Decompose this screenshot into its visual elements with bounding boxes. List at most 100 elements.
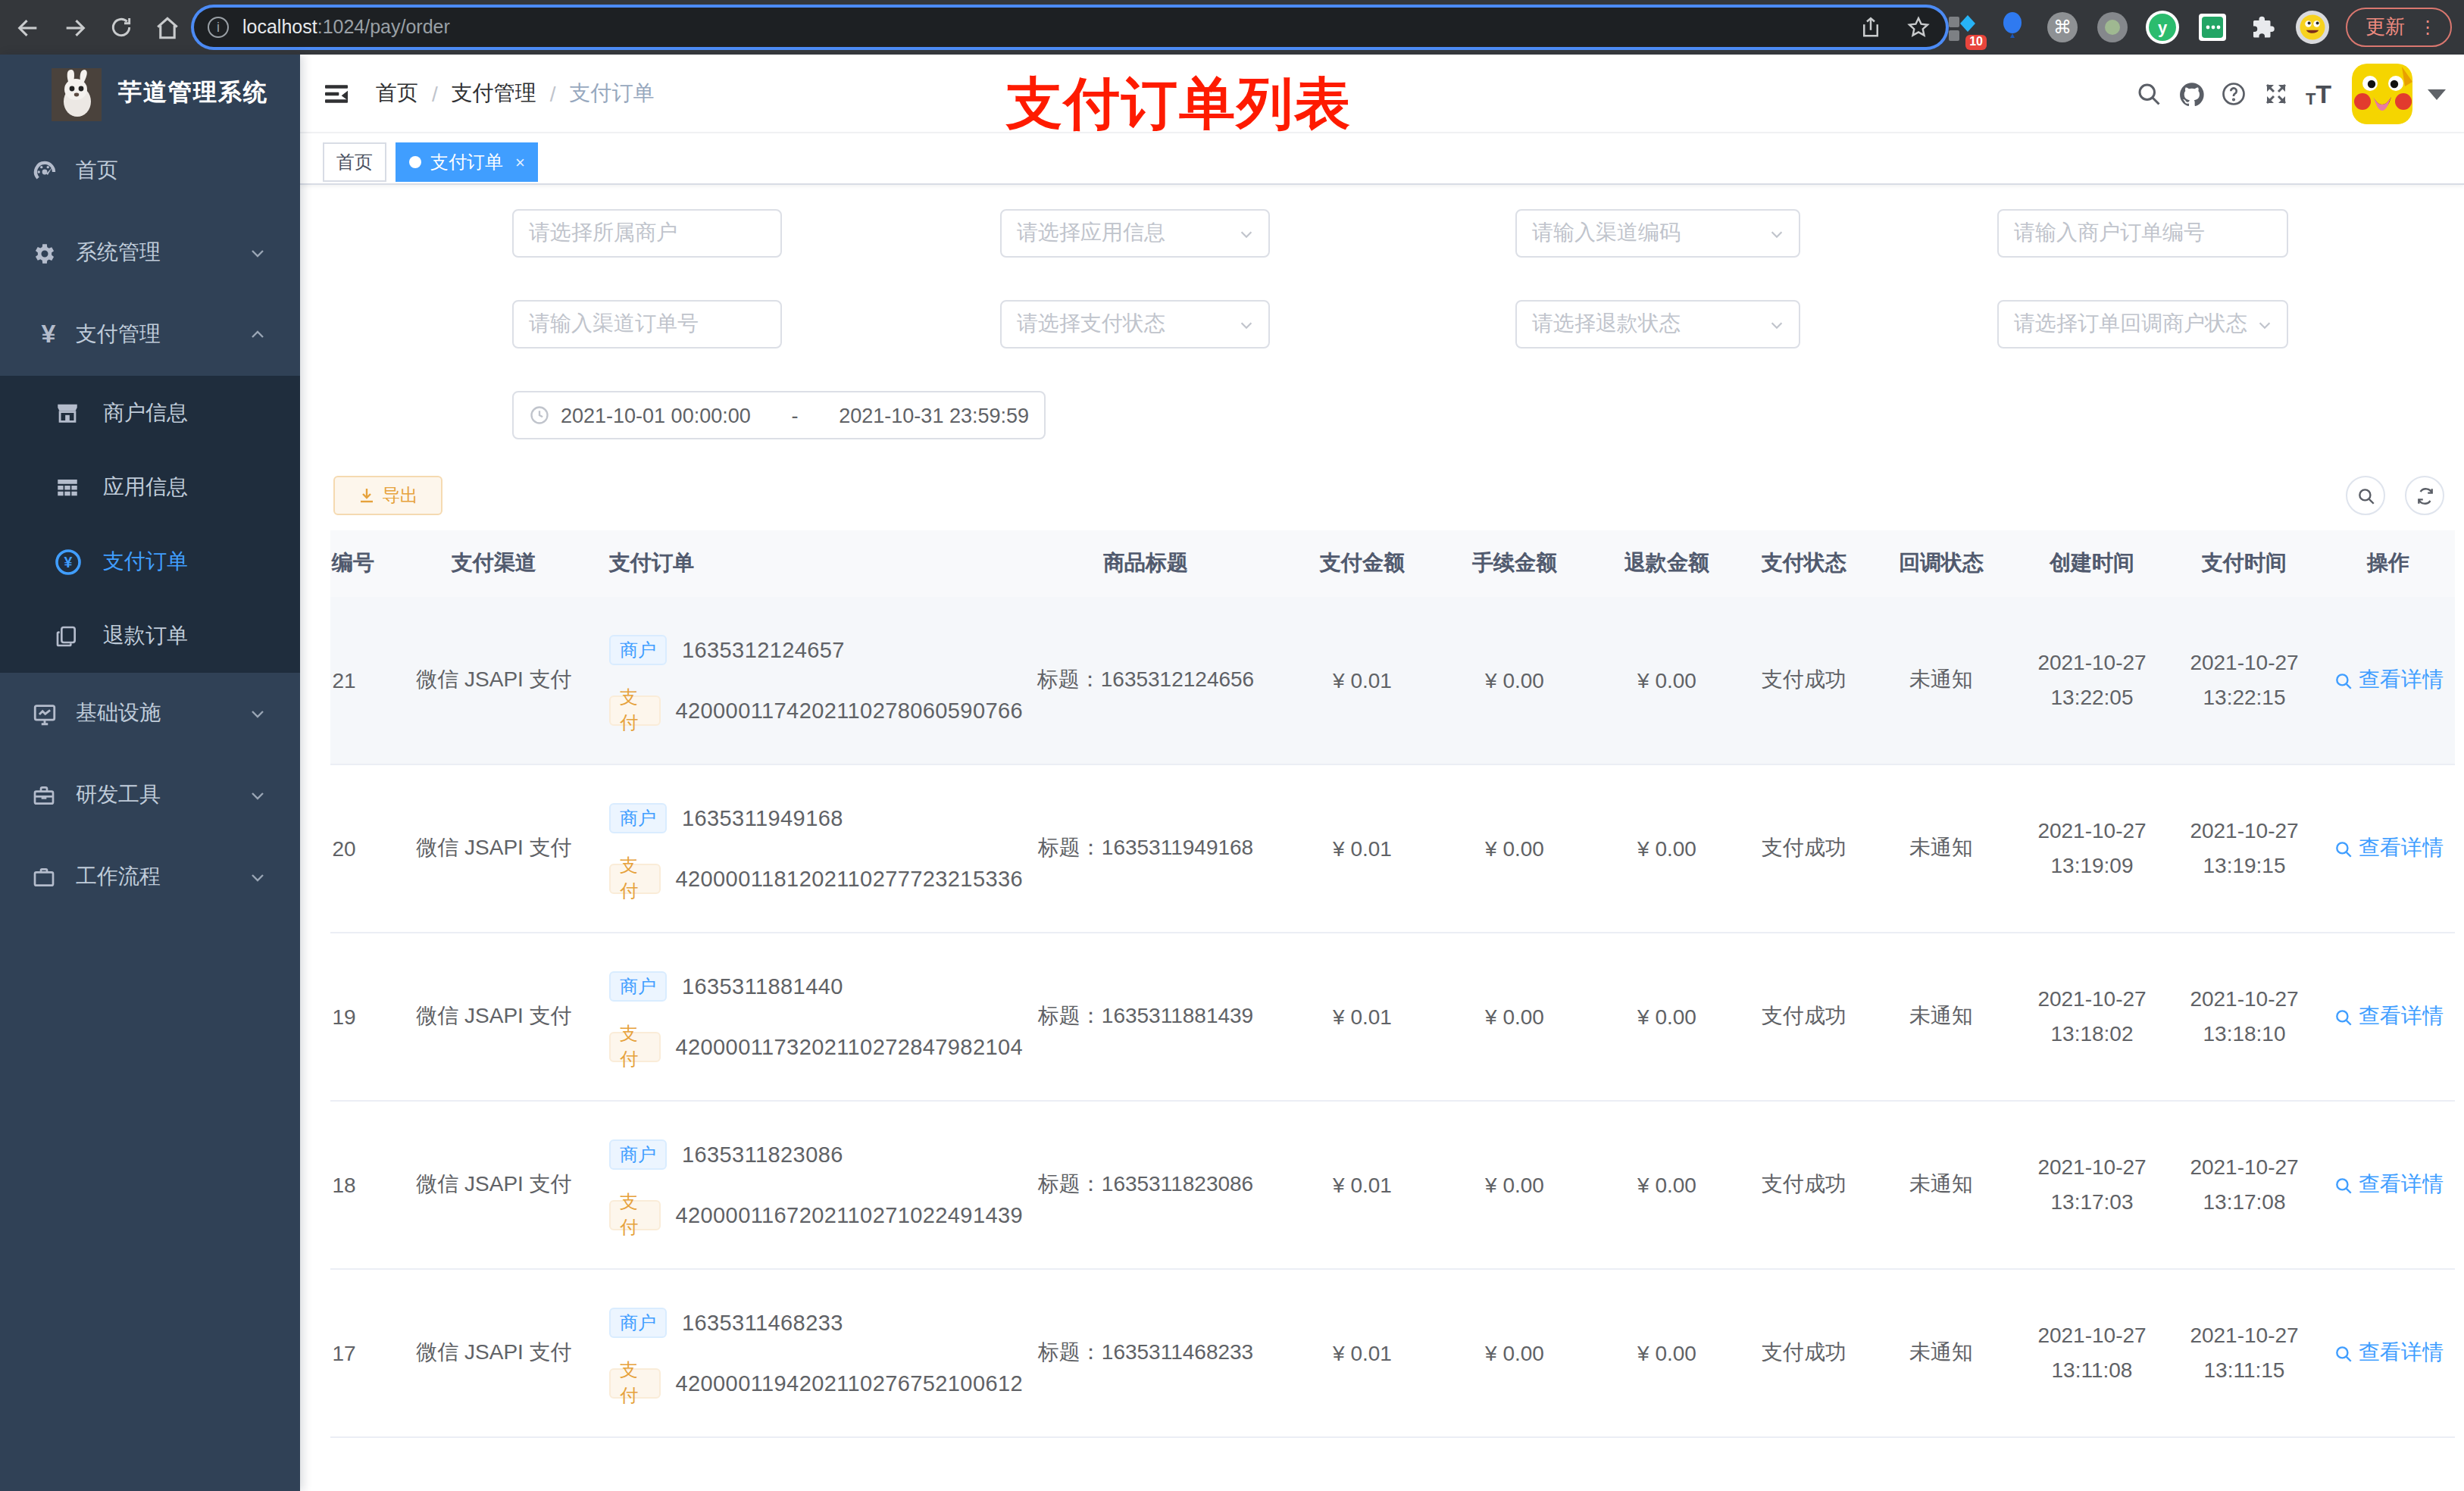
sidebar-item-workflow[interactable]: 工作流程 — [0, 836, 300, 918]
more-dots-icon[interactable]: ⋮ — [2419, 18, 2437, 36]
sidebar-item-payment[interactable]: ¥ 支付管理 — [0, 294, 300, 376]
filter-input[interactable]: 请输入渠道订单号 — [512, 300, 782, 349]
sidebar-item-pay-order[interactable]: ¥ 支付订单 — [0, 524, 300, 599]
cell-title: 标题：1635311468233 — [1023, 1270, 1287, 1436]
close-icon[interactable]: × — [515, 153, 525, 171]
placeholder-text: 请选择订单回调商户状态 — [2014, 311, 2247, 338]
pay-tag: 支付 — [609, 864, 661, 894]
cell-paid: 2021-10-2713:18:10 — [2167, 933, 2322, 1100]
filter-select[interactable]: 请选择应用信息 — [1000, 209, 1270, 258]
cell-order-no: 商户1635311823086支付42000011672021102710224… — [606, 1102, 1023, 1268]
cell-notify: 未通知 — [1865, 1270, 2017, 1436]
y-extension-icon[interactable]: y — [2146, 11, 2179, 44]
logo-rabbit-image — [52, 68, 102, 121]
cell-action: 查看详情 — [2322, 1102, 2455, 1268]
puzzle-icon[interactable] — [2246, 11, 2279, 44]
sidebar-item-home[interactable]: 首页 — [0, 130, 300, 212]
table-search-button[interactable] — [2346, 476, 2385, 515]
url-bar[interactable]: i localhost:1024/pay/order — [194, 8, 1946, 47]
text-size-icon[interactable]: TT — [2297, 81, 2340, 107]
date-range-input[interactable]: 2021-10-01 00:00:00-2021-10-31 23:59:59 — [512, 391, 1046, 439]
share-icon[interactable] — [1859, 15, 1882, 39]
cell-created: 2021-10-2713:22:05 — [2017, 597, 2167, 764]
command-extension-icon[interactable]: ⌘ — [2046, 11, 2079, 44]
cell-amount: ¥ 0.01 — [1287, 765, 1438, 932]
tags-view-bar: 首页 支付订单× — [300, 133, 2464, 185]
briefcase-icon — [32, 865, 65, 889]
tab-pay-order[interactable]: 支付订单× — [396, 142, 539, 182]
fullscreen-icon[interactable] — [2255, 80, 2297, 108]
table-row: 18微信 JSAPI 支付商户1635311823086支付4200001167… — [330, 1102, 2455, 1270]
col-header-notify: 回调状态 — [1865, 550, 2017, 577]
sidebar-item-app-info[interactable]: 应用信息 — [0, 450, 300, 524]
info-icon[interactable]: i — [208, 17, 229, 38]
dashboard-icon — [32, 158, 65, 184]
filter-input[interactable]: 请选择所属商户 — [512, 209, 782, 258]
shop-icon — [55, 400, 88, 426]
merchant-tag: 商户 — [609, 803, 667, 833]
caret-down-icon[interactable] — [2428, 89, 2446, 99]
sidebar-item-system[interactable]: 系统管理 — [0, 212, 300, 294]
view-detail-link[interactable]: 查看详情 — [2333, 1339, 2444, 1367]
export-button[interactable]: 导出 — [333, 476, 442, 515]
col-header-created: 创建时间 — [2017, 550, 2167, 577]
view-detail-link[interactable]: 查看详情 — [2333, 1003, 2444, 1030]
cell-title: 标题：1635312124656 — [1023, 597, 1287, 764]
cell-paid: 2021-10-2713:19:15 — [2167, 765, 2322, 932]
home-icon[interactable] — [155, 14, 180, 40]
filter-select[interactable]: 请输入渠道编码 — [1515, 209, 1800, 258]
cell-status: 支付成功 — [1743, 1102, 1865, 1268]
view-detail-link[interactable]: 查看详情 — [2333, 667, 2444, 694]
cell-title: 标题：1635311949168 — [1023, 765, 1287, 932]
diamond-extension-icon[interactable]: 10 — [1946, 11, 1979, 44]
avatar[interactable] — [2352, 64, 2412, 124]
view-detail-link[interactable]: 查看详情 — [2333, 835, 2444, 862]
cell-fee: ¥ 0.00 — [1438, 933, 1591, 1100]
star-icon[interactable] — [1906, 15, 1931, 39]
filter-select[interactable]: 请选择退款状态 — [1515, 300, 1800, 349]
forward-icon[interactable] — [62, 14, 88, 40]
gear-icon — [32, 240, 65, 266]
cell-fee: ¥ 0.00 — [1438, 1270, 1591, 1436]
pay-tag: 支付 — [609, 1368, 661, 1399]
dot-extension-icon[interactable] — [2096, 11, 2129, 44]
sidebar-item-infra[interactable]: 基础设施 — [0, 673, 300, 755]
cell-created: 2021-10-2713:17:03 — [2017, 1102, 2167, 1268]
cell-refund: ¥ 0.00 — [1591, 1102, 1743, 1268]
filter-select[interactable]: 请选择支付状态 — [1000, 300, 1270, 349]
balloon-extension-icon[interactable] — [1996, 11, 2029, 44]
emoji-avatar-icon[interactable] — [2296, 11, 2329, 44]
view-detail-link[interactable]: 查看详情 — [2333, 1171, 2444, 1199]
chat-extension-icon[interactable] — [2196, 11, 2229, 44]
sidebar-item-dev-tools[interactable]: 研发工具 — [0, 755, 300, 836]
reload-icon[interactable] — [109, 15, 133, 39]
col-header-channel: 支付渠道 — [382, 550, 606, 577]
search-icon[interactable] — [2128, 80, 2170, 108]
chevron-down-icon — [1238, 316, 1255, 333]
sidebar-item-merchant-info[interactable]: 商户信息 — [0, 376, 300, 450]
cell-order-no: 商户1635311881440支付42000011732021102728479… — [606, 933, 1023, 1100]
back-icon[interactable] — [15, 14, 41, 40]
col-header-amount: 支付金额 — [1287, 550, 1438, 577]
filter-select[interactable]: 请选择订单回调商户状态 — [1997, 300, 2288, 349]
placeholder-text: 请输入渠道编码 — [1532, 220, 1681, 247]
cell-amount: ¥ 0.01 — [1287, 1270, 1438, 1436]
col-header-title: 商品标题 — [1023, 550, 1287, 577]
cell-channel: 微信 JSAPI 支付 — [382, 1102, 606, 1268]
table-header-row: 编号 支付渠道 支付订单 商品标题 支付金额 手续金额 退款金额 支付状态 回调… — [330, 530, 2455, 597]
cell-notify: 未通知 — [1865, 1102, 2017, 1268]
url-text[interactable]: localhost:1024/pay/order — [242, 17, 1859, 38]
cell-notify: 未通知 — [1865, 597, 2017, 764]
chevron-down-icon — [1238, 225, 1255, 242]
tab-home[interactable]: 首页 — [323, 142, 386, 182]
cell-status: 支付成功 — [1743, 765, 1865, 932]
update-button[interactable]: 更新 ⋮ — [2346, 8, 2452, 47]
table-refresh-button[interactable] — [2405, 476, 2444, 515]
table-row: 19微信 JSAPI 支付商户1635311881440支付4200001173… — [330, 933, 2455, 1102]
cell-action: 查看详情 — [2322, 765, 2455, 932]
github-icon[interactable] — [2170, 80, 2212, 108]
help-icon[interactable] — [2212, 80, 2255, 108]
sidebar-item-refund-order[interactable]: 退款订单 — [0, 599, 300, 673]
filter-input[interactable]: 请输入商户订单编号 — [1997, 209, 2288, 258]
cell-title: 标题：1635311881439 — [1023, 933, 1287, 1100]
